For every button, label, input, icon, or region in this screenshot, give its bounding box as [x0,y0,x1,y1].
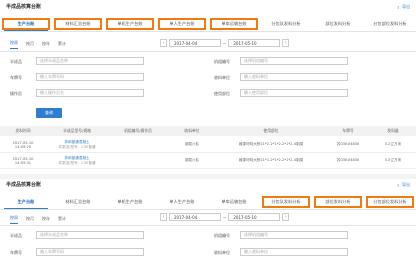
tab-material-summary[interactable]: 材料汇总台账 [52,17,104,31]
prev-icon[interactable]: ‹ [160,213,167,221]
bottom-tab-bar: 生产台账 材料汇总台账 单机生产台账 单人生产台账 单车运输台账 分包队发料分析… [0,195,416,209]
tab-single-person[interactable]: 单人生产台账 [156,195,208,209]
recv-label: 收料单位 [214,75,230,80]
recv-label: 收料单位 [214,250,230,255]
tab-sub-part-analysis[interactable]: 分包部位发料分析 [364,17,416,31]
cell-qty: 5.2立方米 [384,142,402,146]
tab-subcontractor-analysis[interactable]: 分包队发料分析 [260,17,312,31]
recv-input[interactable]: 输入收料单位 [240,248,348,256]
section-divider [0,174,416,179]
machine-select[interactable]: 选择机组编号 [240,231,348,239]
next-icon[interactable]: › [282,213,290,221]
product-label: 半成品 [10,59,22,64]
tab-sub-part-analysis[interactable]: 分包部位发料分析 [364,195,416,209]
query-button[interactable]: 查询 [36,108,62,118]
product-label: 半成品 [10,233,22,238]
date-range: ‹ 2017-04-04 ~ 2017-05-10 › [160,213,290,221]
car-label: 车牌号 [10,75,22,80]
cell-car: 苏G5KU4830 [336,158,360,162]
cell-car: 苏G5KU4830 [336,142,360,146]
operator-input[interactable]: 输入操作员名 [36,89,144,97]
cell-time: 2017-05-10 14:05:31 [12,156,34,165]
tab-material-summary[interactable]: 材料汇总台账 [52,195,104,209]
cell-machine [108,137,168,152]
machine-select[interactable]: 选择机组编号 [240,57,348,65]
subtab-year[interactable]: 按年 [42,214,50,224]
export-icon: ⇪ [396,4,400,10]
subtab-month[interactable]: 按月 [26,39,34,49]
cell-unit: 钢混六队 [184,158,200,162]
export-button[interactable]: ⇪ 导出 [397,182,410,188]
col-spec: 半成品型号/规格 [63,128,91,133]
range-separator: ~ [223,214,227,220]
export-icon: ⇪ [396,182,400,188]
range-separator: ~ [223,40,227,46]
col-unit: 收料单位 [184,128,200,133]
part-input[interactable]: 输入使用部位 [240,89,348,97]
recv-input[interactable]: 输入收料单位 [240,73,348,81]
part-label: 使用部位 [214,91,230,96]
cell-part: 敦源河特大桥21*2-2*1*2.2*1*2-4制梁 [238,142,304,146]
export-button[interactable]: ⇪ 导出 [397,4,410,10]
divider [0,31,416,32]
subtab-week[interactable]: 按周 [10,38,18,49]
tab-single-machine[interactable]: 单机生产台账 [104,17,156,31]
cell-spec[interactable]: 拌和普通混凝土 非泵送/型号：C30普通 [46,153,108,168]
subtab-week[interactable]: 按周 [10,213,18,224]
machine-label: 机组编号 [214,233,230,238]
col-car: 车牌号 [342,128,354,133]
page-title: 半成品核算台账 [6,4,42,10]
cell-part: 敦源河特大桥21*1-2*1*2.2*1*2-4制梁 [238,158,304,162]
cell-machine [108,153,168,168]
top-tab-bar: 生产台账 材料汇总台账 单机生产台账 单人生产台账 单车运输台账 分包队发料分析… [0,17,416,31]
table-row[interactable]: 2017-05-10 14:09:20 拌和普通混凝土 非泵送/型号：C30普通 钢… [0,137,416,153]
subtab-cumulative[interactable]: 累计 [58,39,66,49]
col-machine: 机组编号/操作员 [124,128,152,133]
tab-single-person[interactable]: 单人生产台账 [156,17,208,31]
cell-qty: 5.5立方米 [384,158,402,162]
cell-unit: 钢混六队 [184,142,200,146]
operator-label: 操作员 [10,91,22,96]
table-row[interactable]: 2017-05-10 14:05:31 拌和普通混凝土 非泵送/型号：C30普通 钢… [0,153,416,169]
col-part: 使用部位 [263,128,279,133]
tab-production[interactable]: 生产台账 [0,17,52,31]
tab-subcontractor-analysis[interactable]: 分包队发料分析 [260,195,312,209]
product-select[interactable]: 选择半成品名称 [36,57,144,65]
date-from[interactable]: 2017-04-04 [169,213,221,221]
cell-time: 2017-05-10 14:09:20 [12,140,34,149]
tab-part-analysis[interactable]: 部位发料分析 [312,17,364,31]
car-input[interactable]: 输入车牌号码 [36,248,144,256]
date-to[interactable]: 2017-05-10 [228,39,281,47]
product-select[interactable]: 选择半成品名称 [36,231,144,239]
tab-part-analysis[interactable]: 部位发料分析 [312,195,364,209]
prev-icon[interactable]: ‹ [160,39,167,47]
subtab-month[interactable]: 按月 [26,214,34,224]
tab-production[interactable]: 生产台账 [0,195,52,209]
divider [0,51,416,52]
car-input[interactable]: 输入车牌号码 [36,73,144,81]
table-header: 发料时间 半成品型号/规格 机组编号/操作员 收料单位 使用部位 车牌号 发料量 [0,126,416,136]
tab-single-machine[interactable]: 单机生产台账 [104,195,156,209]
page-title: 半成品核算台账 [6,182,42,188]
date-range: ‹ 2017-04-04 ~ 2017-05-10 › [160,39,290,47]
car-label: 车牌号 [10,250,22,255]
date-to[interactable]: 2017-05-10 [228,213,281,221]
tab-single-vehicle[interactable]: 单车运输台账 [208,195,260,209]
col-qty: 发料量 [387,128,399,133]
subtab-year[interactable]: 按年 [42,39,50,49]
tab-single-vehicle[interactable]: 单车运输台账 [208,17,260,31]
date-from[interactable]: 2017-04-04 [169,39,221,47]
divider [0,225,416,226]
period-subtabs: 按周 按月 按年 累计 [10,213,66,224]
cell-spec[interactable]: 拌和普通混凝土 非泵送/型号：C30普通 [46,137,108,152]
table-body: 2017-05-10 14:09:20 拌和普通混凝土 非泵送/型号：C30普通 钢… [0,137,416,169]
subtab-cumulative[interactable]: 累计 [58,214,66,224]
machine-label: 机组编号 [214,59,230,64]
next-icon[interactable]: › [282,39,290,47]
period-subtabs: 按周 按月 按年 累计 [10,38,66,49]
col-time: 发料时间 [15,128,31,133]
divider [0,209,416,210]
